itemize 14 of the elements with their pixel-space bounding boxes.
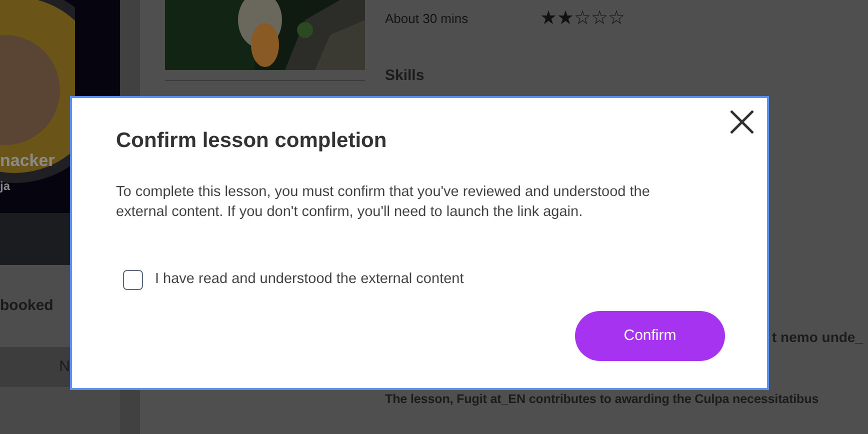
filled-star-icon: ★ xyxy=(557,9,574,28)
confirm-button[interactable]: Confirm xyxy=(575,311,725,361)
checkbox[interactable] xyxy=(123,270,143,290)
profile-name: nacker xyxy=(0,150,55,172)
empty-star-icon: ☆ xyxy=(574,9,591,28)
empty-star-icon: ☆ xyxy=(608,9,625,28)
duration-text: About 30 mins xyxy=(385,10,470,28)
checkbox-label[interactable]: I have read and understood the external content xyxy=(155,269,464,291)
profile-subtitle: ja xyxy=(0,178,10,195)
empty-star-icon: ☆ xyxy=(591,9,608,28)
dialog-title: Confirm lesson completion xyxy=(116,128,387,154)
filled-star-icon: ★ xyxy=(540,9,557,28)
close-icon[interactable] xyxy=(728,108,756,136)
dialog-message: To complete this lesson, you must confirm that you've reviewed and understood the external content. If you don't confirm, you'll need to launch the link again. xyxy=(116,183,651,222)
